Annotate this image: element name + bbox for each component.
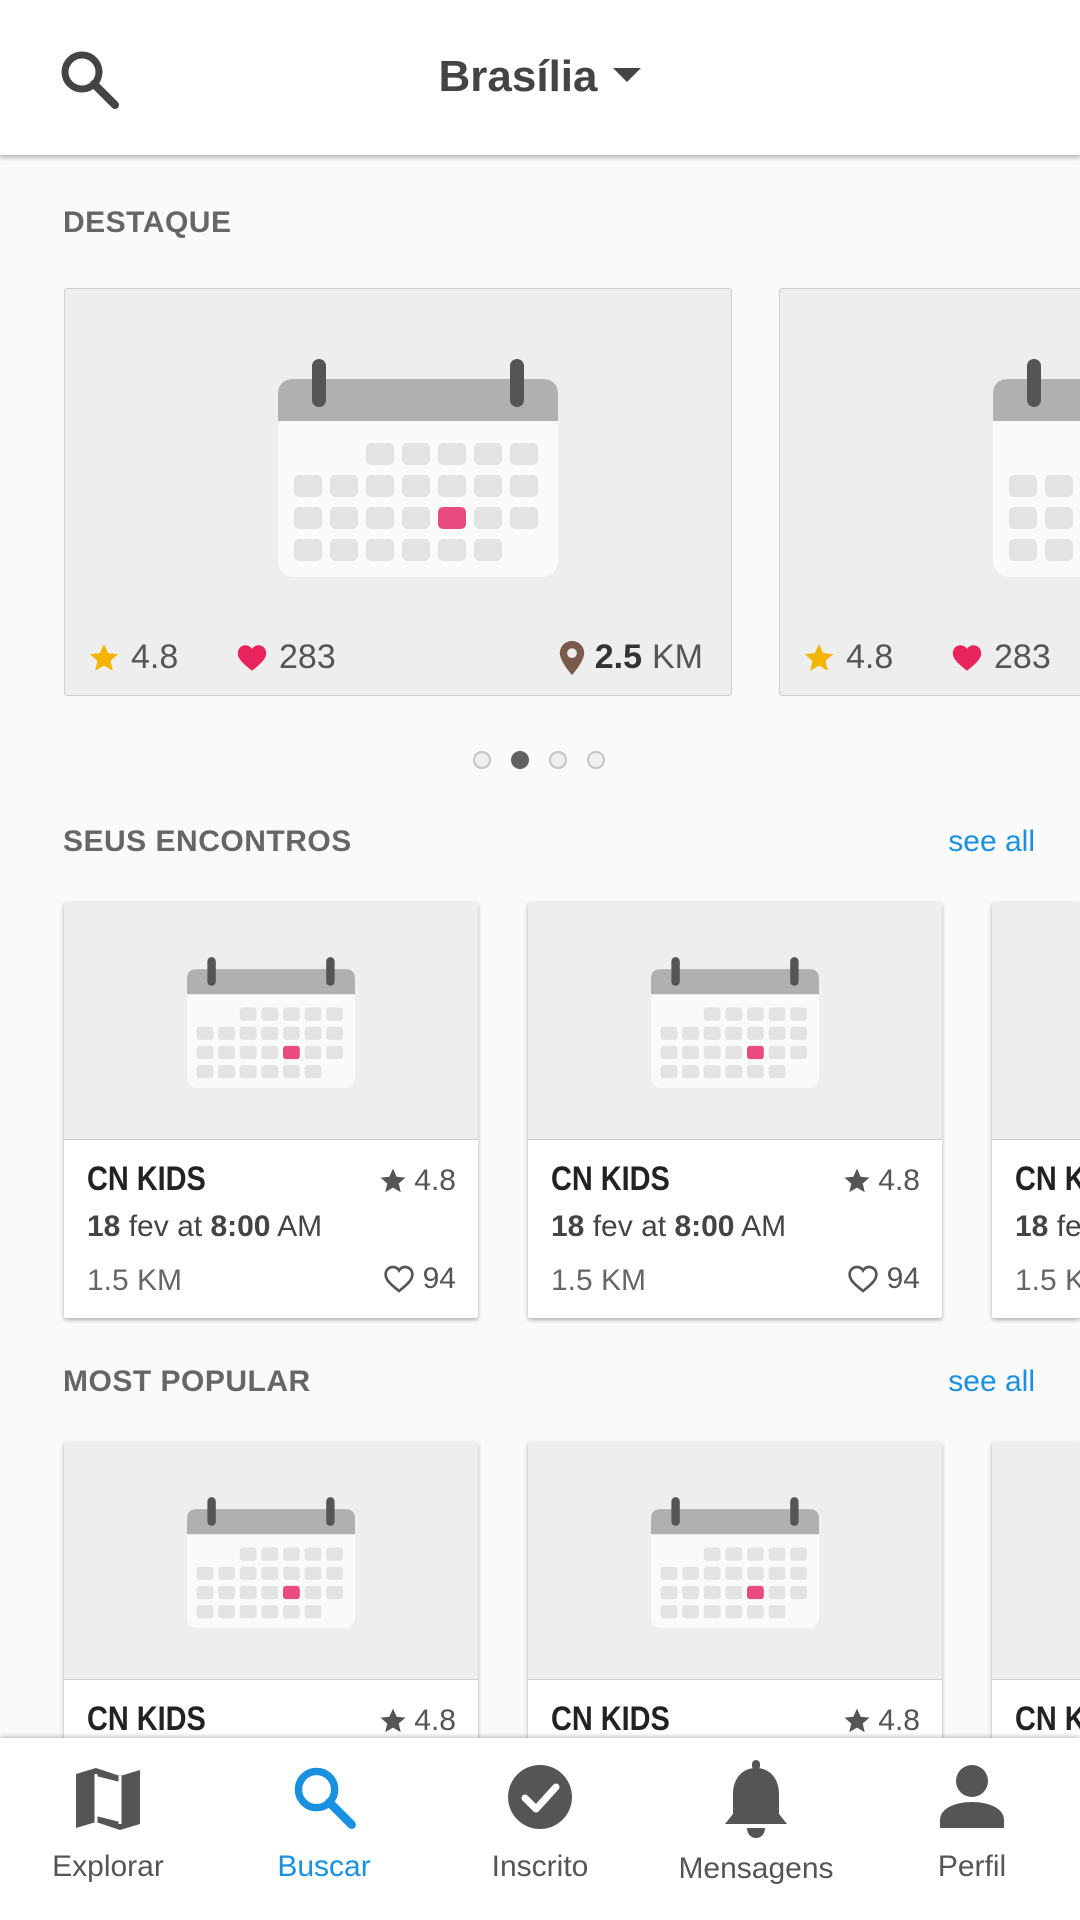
- nav-label: Explorar: [52, 1850, 164, 1883]
- featured-section-title: DESTAQUE: [63, 206, 232, 239]
- nav-inscrito[interactable]: Inscrito: [432, 1738, 648, 1920]
- heart-icon: [952, 644, 982, 671]
- encounters-see-all-link[interactable]: see all: [948, 825, 1035, 859]
- event-image: [528, 902, 942, 1140]
- search-icon: [294, 1767, 356, 1829]
- nav-label: Mensagens: [678, 1852, 834, 1885]
- event-image: [992, 902, 1080, 1140]
- event-distance: 1.5 KM: [551, 1264, 647, 1297]
- featured-rating: 4.8: [802, 638, 893, 677]
- event-date: 18 fev at 8:00 AM: [551, 1210, 787, 1243]
- calendar-icon: [278, 359, 558, 577]
- nav-explorar[interactable]: Explorar: [0, 1738, 216, 1920]
- nav-buscar[interactable]: Buscar: [216, 1738, 432, 1920]
- calendar-icon: [187, 957, 355, 1088]
- check-circle-icon: [508, 1765, 572, 1829]
- event-card[interactable]: CN KIDS 4.8 18 fev at 8:00 AM 1.5 KM 94: [528, 902, 942, 1318]
- nav-perfil[interactable]: Perfil: [864, 1738, 1080, 1920]
- calendar-icon: [187, 1497, 355, 1628]
- featured-likes: 283: [950, 638, 1051, 677]
- event-rating: 4.8: [378, 1704, 456, 1738]
- bell-icon: [725, 1760, 787, 1838]
- pager-dot[interactable]: [549, 751, 567, 769]
- city-label: Brasília: [438, 52, 598, 101]
- event-name: CN KIDS: [551, 1160, 670, 1198]
- star-icon: [380, 1168, 406, 1193]
- chevron-down-icon: [613, 68, 642, 83]
- star-icon: [844, 1708, 870, 1733]
- calendar-icon: [651, 957, 819, 1088]
- event-likes: 94: [383, 1262, 456, 1296]
- popular-see-all-link[interactable]: see all: [948, 1365, 1035, 1399]
- event-likes: 94: [847, 1262, 920, 1296]
- person-icon: [940, 1765, 1004, 1828]
- event-image: [992, 1442, 1080, 1680]
- city-selector[interactable]: Brasília: [0, 52, 1080, 102]
- event-card[interactable]: CN KIDS 4.8 18 fev at 8:00 AM 1.5 KM 94: [64, 902, 478, 1318]
- location-pin-icon: [559, 640, 584, 675]
- event-name: CN KIDS: [87, 1700, 206, 1738]
- event-name: CN K: [1015, 1700, 1080, 1738]
- event-image: [64, 902, 478, 1140]
- nav-label: Perfil: [937, 1850, 1007, 1883]
- event-rating: 4.8: [378, 1164, 456, 1198]
- popular-section-title: MOST POPULAR: [63, 1365, 311, 1398]
- calendar-icon: [993, 359, 1080, 577]
- heart-icon: [237, 644, 267, 671]
- star-icon: [844, 1168, 870, 1193]
- pager-dot[interactable]: [587, 751, 605, 769]
- event-image: [64, 1442, 478, 1680]
- calendar-icon: [651, 1497, 819, 1628]
- bottom-navigation: Explorar Buscar Inscrito Mensagens Perfi…: [0, 1738, 1080, 1920]
- star-icon: [804, 643, 834, 671]
- pager-dot[interactable]: [473, 751, 491, 769]
- event-date: 18 fev at 8:00 AM: [87, 1210, 323, 1243]
- top-app-bar: Brasília: [0, 0, 1080, 155]
- nav-mensagens[interactable]: Mensagens: [648, 1738, 864, 1920]
- carousel-pager: [0, 751, 1080, 771]
- event-distance: 1.5 K: [1015, 1264, 1080, 1297]
- nav-label: Buscar: [277, 1850, 371, 1883]
- event-card[interactable]: CN K 18 fe 1.5 K: [992, 902, 1080, 1318]
- map-icon: [76, 1768, 140, 1830]
- featured-distance: 2.5 KM: [559, 638, 703, 677]
- heart-outline-icon[interactable]: [383, 1263, 415, 1295]
- event-date: 18 fe: [1015, 1210, 1080, 1243]
- featured-likes: 283: [235, 638, 336, 677]
- event-name: CN K: [1015, 1160, 1080, 1198]
- event-image: [528, 1442, 942, 1680]
- event-name: CN KIDS: [87, 1160, 206, 1198]
- event-distance: 1.5 KM: [87, 1264, 183, 1297]
- event-rating: 4.8: [842, 1164, 920, 1198]
- star-icon: [380, 1708, 406, 1733]
- pager-dot-active[interactable]: [511, 751, 529, 769]
- nav-label: Inscrito: [491, 1850, 589, 1883]
- featured-card[interactable]: 4.8 283: [779, 288, 1080, 696]
- heart-outline-icon[interactable]: [847, 1263, 879, 1295]
- star-icon: [89, 643, 119, 671]
- featured-card[interactable]: 4.8 283 2.5 KM: [64, 288, 732, 696]
- featured-rating: 4.8: [87, 638, 178, 677]
- event-name: CN KIDS: [551, 1700, 670, 1738]
- encounters-section-title: SEUS ENCONTROS: [63, 825, 352, 858]
- event-rating: 4.8: [842, 1704, 920, 1738]
